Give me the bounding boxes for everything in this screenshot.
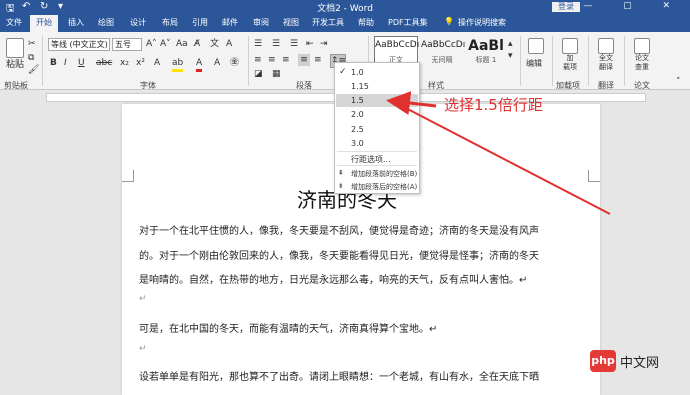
watermark-text: 中文网 — [620, 356, 660, 371]
arrow-tail — [397, 103, 611, 215]
site-watermark: php 中文网 — [590, 350, 678, 372]
watermark-badge: php — [590, 350, 616, 372]
annotation-arrows — [386, 91, 611, 215]
annotation-label: 选择1.5倍行距 — [444, 96, 543, 114]
